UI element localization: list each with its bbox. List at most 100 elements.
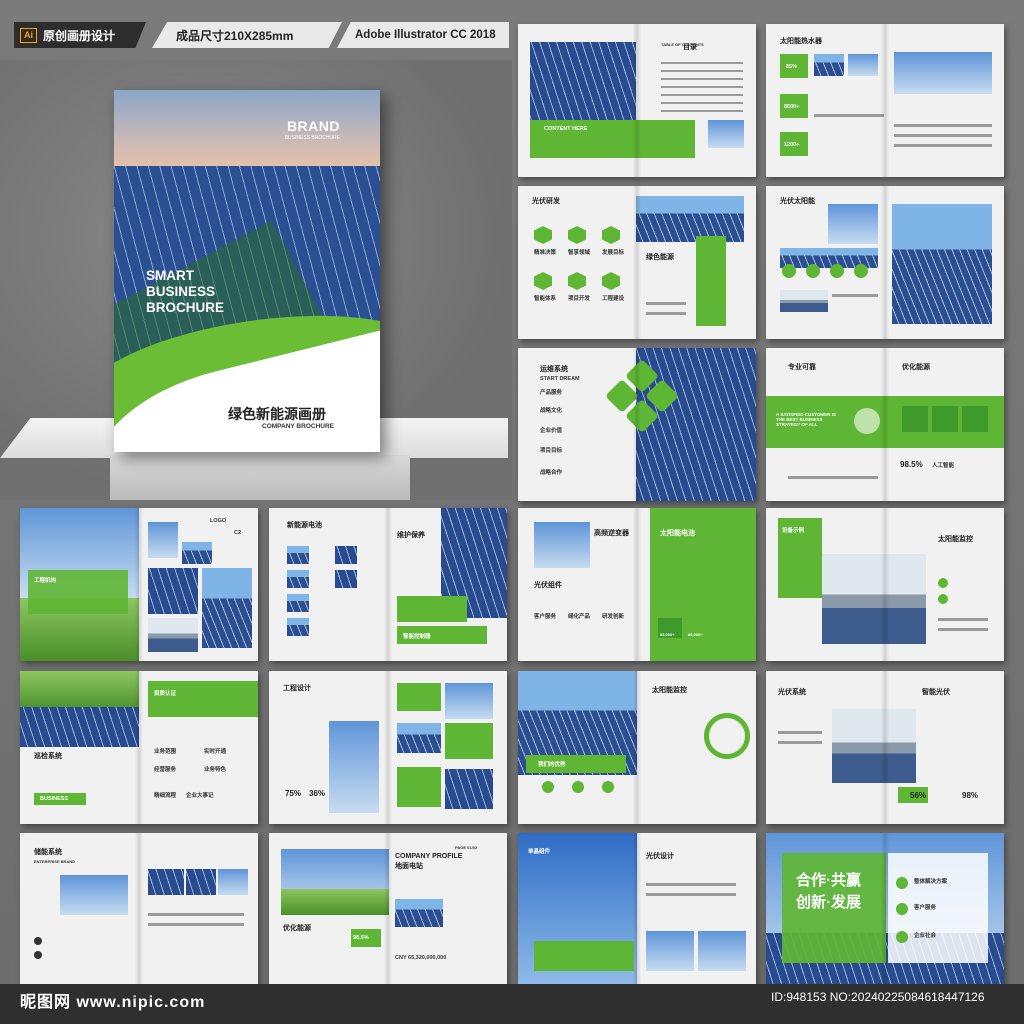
text-line — [778, 741, 822, 744]
item: 精细流程 — [154, 793, 177, 799]
text-line — [938, 628, 988, 631]
photo — [287, 594, 309, 612]
text-line — [646, 312, 686, 315]
text-line — [646, 302, 686, 305]
toc-en: TABLE OF CONTENTS — [661, 42, 704, 47]
photo — [148, 522, 178, 558]
photo — [814, 54, 844, 76]
text-line — [778, 731, 822, 734]
spread-title: 太阳能监控 — [938, 536, 973, 543]
worker-photo — [60, 875, 128, 915]
slogan-line: 创新·发展 — [796, 894, 861, 911]
spread-monitor2: 我们的优势 太阳能监控 — [518, 671, 756, 824]
text-line — [646, 883, 736, 886]
photo — [395, 899, 443, 927]
hex-icon — [534, 272, 552, 290]
spread-title: 光伏太阳能 — [780, 198, 815, 205]
stat: 85,000+ — [688, 632, 703, 637]
diamond-icon — [605, 379, 639, 413]
photo-box — [932, 406, 958, 432]
house-photo — [894, 52, 992, 94]
toc-line — [661, 70, 743, 72]
hex-icon — [602, 272, 620, 290]
factory-photo — [534, 522, 590, 568]
item: 客户服务 — [534, 614, 557, 620]
item: 业务范围 — [154, 749, 177, 755]
ring-icon — [854, 408, 880, 434]
spread-storage: 储能系统 ENTERPRISE BRAND — [20, 833, 258, 986]
dot-icon — [34, 937, 42, 945]
item: 绿化产品 — [568, 614, 591, 620]
spread-title: 智能光伏 — [922, 689, 950, 696]
green-box — [397, 767, 441, 807]
green-box — [445, 723, 493, 759]
desk-base — [110, 455, 410, 500]
list-item: 产品服务 — [540, 390, 563, 396]
service-label: 智能体系 — [534, 296, 557, 302]
photo — [218, 869, 248, 895]
city-photo — [822, 554, 926, 644]
band-title: 资质认证 — [154, 691, 177, 697]
spread-cooperation: 合作·共赢 创新·发展 整体解决方案 客户服务 企业社会 — [766, 833, 1004, 986]
spread-engineering: 工程设计 75% 36% — [269, 671, 507, 824]
photo — [445, 683, 493, 719]
photo — [646, 931, 694, 971]
icon — [896, 877, 908, 889]
spread-profile: 优化能源 98.5% PAGE 01/02 COMPANY PROFILE 地面… — [269, 833, 507, 986]
turbine-photo — [708, 120, 744, 148]
photo — [335, 546, 357, 564]
spread-monitor: 设备示例 太阳能监控 — [766, 508, 1004, 661]
badge-label: 原创画册设计 — [43, 28, 116, 43]
solar-photo — [636, 196, 744, 242]
spread-module: 单晶组件 光伏设计 — [518, 833, 756, 986]
preview-canvas: Ai 原创画册设计 成品尺寸210X285mm Adobe Illustrato… — [0, 0, 1024, 1024]
green-column — [696, 236, 726, 326]
item: 研发创新 — [602, 614, 625, 620]
percent: 98.5% — [353, 935, 369, 941]
spread-title: 光伏研发 — [532, 198, 560, 205]
spread-title: 太阳能监控 — [652, 687, 687, 694]
green-box — [397, 596, 467, 622]
photo — [445, 769, 493, 809]
profile-title: COMPANY PROFILE — [395, 853, 463, 860]
spread-pv: 光伏系统 智能光伏 56% 98% — [766, 671, 1004, 824]
spread-ops: 运维系统 START DREAM 产品服务 战略文化 企业价值 项目目标 战略合… — [518, 348, 756, 501]
illustrator-icon: Ai — [20, 27, 37, 43]
photo — [287, 546, 309, 564]
dot-icon — [34, 951, 42, 959]
stat-value: 85% — [786, 64, 798, 70]
green-band — [148, 681, 258, 717]
icon — [542, 781, 554, 793]
city-photo — [780, 290, 828, 312]
icon — [938, 578, 948, 588]
item: 企业社会 — [914, 933, 937, 939]
brand-label: 智能控制器 — [403, 634, 431, 640]
spread-title: 储能系统 — [34, 849, 62, 856]
solar-photo — [20, 707, 139, 747]
text-line — [938, 618, 988, 621]
spread-en: ENTERPRISE BRAND — [34, 859, 76, 864]
cover-brand: BRAND — [286, 118, 340, 134]
site-watermark: 昵图网 www.nipic.com — [20, 994, 206, 1011]
worker-photo — [329, 721, 379, 813]
cover-brand-sub: BUSINESS BROCHURE — [284, 135, 340, 141]
spread-inspect: 资质认证 巡检系统 BUSINESS 业务范围 实时开通 经营服务 业务特色 精… — [20, 671, 258, 824]
green-box — [397, 683, 441, 711]
turbine-solar-photo — [892, 204, 992, 324]
grass — [281, 889, 389, 915]
service-label: 智享领域 — [568, 250, 591, 256]
spread-title: 新能源电池 — [287, 522, 322, 529]
cover-title-line: BUSINESS — [146, 284, 216, 299]
label: 人工智能 — [932, 463, 955, 469]
text-line — [832, 294, 878, 297]
list-item: 企业价值 — [540, 428, 563, 434]
hex-icon — [568, 272, 586, 290]
spread-title: 太阳能热水器 — [780, 38, 822, 45]
spread-title: 高频逆变器 — [594, 530, 629, 537]
spread-sub: START DREAM — [540, 376, 580, 382]
cover-title: SMART BUSINESS BROCHURE — [146, 268, 224, 316]
photo — [397, 723, 441, 753]
cover-book: BRAND BUSINESS BROCHURE SMART BUSINESS B… — [114, 90, 380, 452]
stat-value: 1200+ — [784, 142, 800, 148]
cover-sky — [114, 90, 380, 170]
